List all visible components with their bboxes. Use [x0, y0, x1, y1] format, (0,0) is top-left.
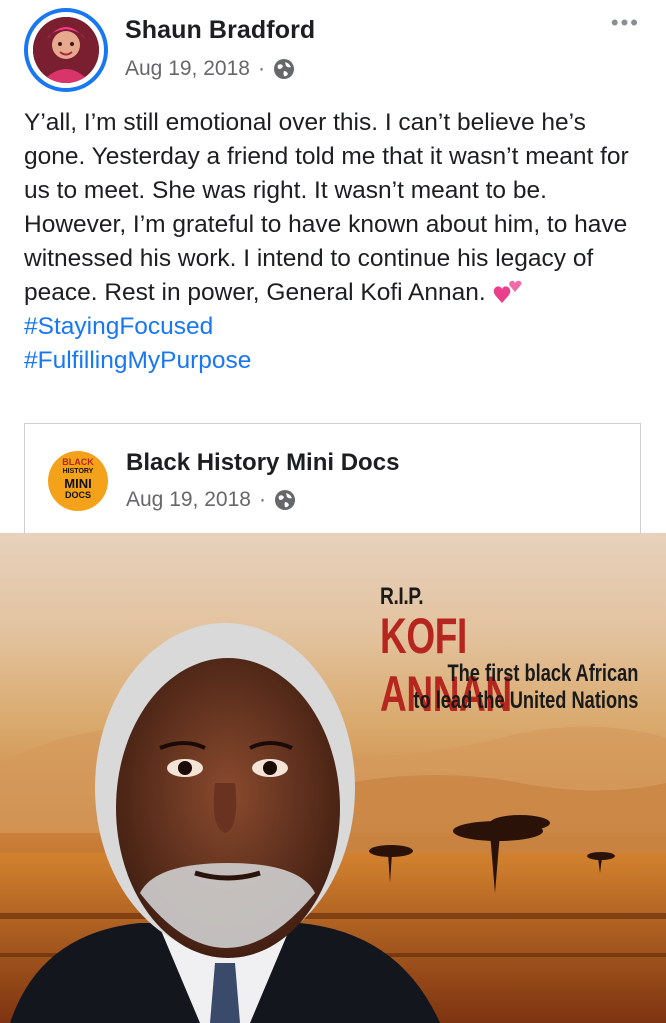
shared-post-card[interactable]: BLACK HISTORY MINI DOCS Black History Mi…: [24, 423, 641, 533]
logo-line: MINI: [64, 476, 92, 491]
post-meta: Aug 19, 2018 ·: [125, 57, 295, 81]
post-body: Y’all, I’m still emotional over this. I …: [24, 106, 644, 378]
caption-line: The first black African: [447, 660, 639, 687]
logo-text: BLACK HISTORY MINI DOCS: [48, 457, 108, 500]
post-text: Y’all, I’m still emotional over this. I …: [24, 109, 636, 306]
image-caption: The first black African to lead the Unit…: [380, 660, 638, 714]
author-name[interactable]: Shaun Bradford: [125, 16, 315, 45]
post-header: Shaun Bradford Aug 19, 2018 · •••: [0, 0, 666, 100]
hashtag-link[interactable]: #FulfillingMyPurpose: [24, 344, 644, 378]
meta-separator: ·: [258, 488, 266, 511]
two-hearts-icon: [493, 280, 522, 303]
page-logo[interactable]: BLACK HISTORY MINI DOCS: [48, 451, 108, 511]
globe-icon[interactable]: [273, 58, 295, 80]
shared-post-image[interactable]: R.I.P. KOFI ANNAN The first black Africa…: [0, 533, 666, 1023]
globe-icon[interactable]: [274, 489, 296, 511]
shared-page-name[interactable]: Black History Mini Docs: [126, 449, 399, 477]
meta-separator: ·: [257, 57, 265, 80]
logo-line: BLACK: [62, 457, 94, 467]
shared-post-date[interactable]: Aug 19, 2018: [126, 488, 251, 512]
author-avatar[interactable]: [24, 8, 108, 92]
avatar-image: [33, 17, 99, 83]
post-date[interactable]: Aug 19, 2018: [125, 57, 250, 81]
shared-post-meta: Aug 19, 2018 ·: [126, 488, 296, 512]
caption-line: to lead the United Nations: [413, 687, 639, 714]
more-options-button[interactable]: •••: [611, 10, 640, 36]
hashtag-link[interactable]: #StayingFocused: [24, 310, 644, 344]
logo-line: DOCS: [64, 490, 91, 500]
